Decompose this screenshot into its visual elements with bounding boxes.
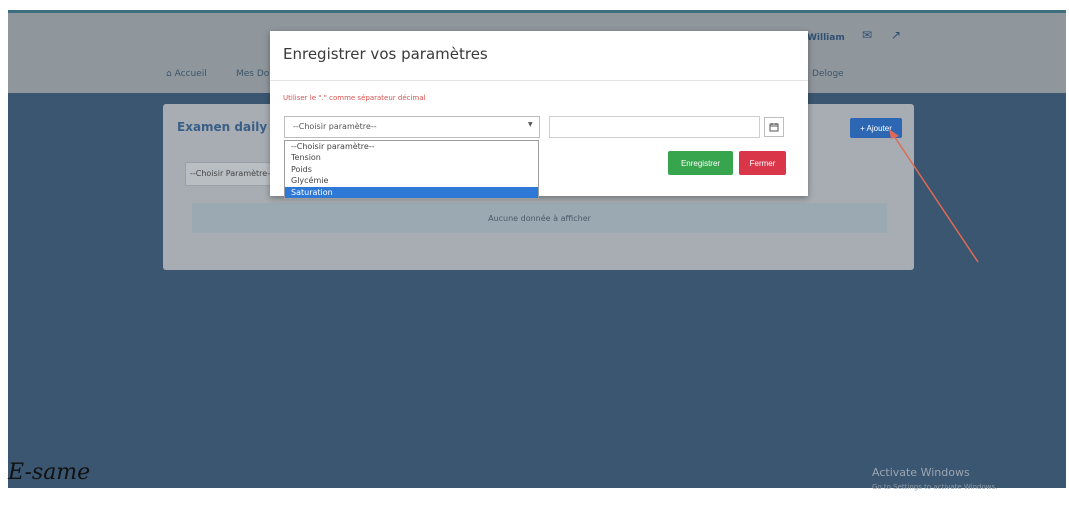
dropdown-option-poids[interactable]: Poids	[285, 164, 538, 175]
nav-item-accueil[interactable]: ⌂ Accueil	[166, 69, 207, 79]
user-name[interactable]: William	[807, 33, 845, 43]
signature-watermark: E-same	[8, 460, 91, 485]
decimal-hint: Utiliser le "." comme séparateur décimal	[283, 94, 426, 102]
card-title: Examen daily	[177, 120, 268, 134]
chevron-down-icon[interactable]: ▼	[528, 121, 533, 128]
save-button[interactable]: Enregistrer	[668, 151, 733, 175]
calendar-icon	[769, 123, 779, 132]
close-button[interactable]: Fermer	[739, 151, 786, 175]
dropdown-option-saturation[interactable]: Saturation	[285, 186, 538, 198]
calendar-button[interactable]	[764, 117, 784, 137]
add-button[interactable]: + Ajouter	[850, 118, 902, 138]
parameter-select[interactable]: --Choisir paramètre--	[284, 116, 540, 138]
value-input[interactable]	[549, 116, 760, 138]
mail-icon[interactable]: ✉	[862, 28, 872, 42]
activate-windows-title: Activate Windows	[872, 466, 970, 479]
nav-item-mes-do[interactable]: Mes Do	[236, 69, 269, 79]
parameter-dropdown-list: --Choisir paramètre-- Tension Poids Glyc…	[284, 140, 539, 199]
modal-title: Enregistrer vos paramètres	[283, 45, 488, 63]
activate-windows-subtitle: Go to Settings to activate Windows.	[872, 483, 998, 491]
filter-select[interactable]: --Choisir Paramètre--	[185, 162, 275, 186]
signout-icon[interactable]: ↗	[891, 28, 901, 42]
nav-item-accueil-label: Accueil	[174, 69, 207, 79]
dropdown-option-tension[interactable]: Tension	[285, 152, 538, 163]
dropdown-option-glycemie[interactable]: Glycémie	[285, 175, 538, 186]
modal-divider	[270, 80, 808, 81]
empty-table-row: Aucune donnée à afficher	[192, 203, 887, 233]
nav-item-deloge[interactable]: Deloge	[812, 69, 844, 79]
dropdown-option-placeholder[interactable]: --Choisir paramètre--	[285, 141, 538, 152]
